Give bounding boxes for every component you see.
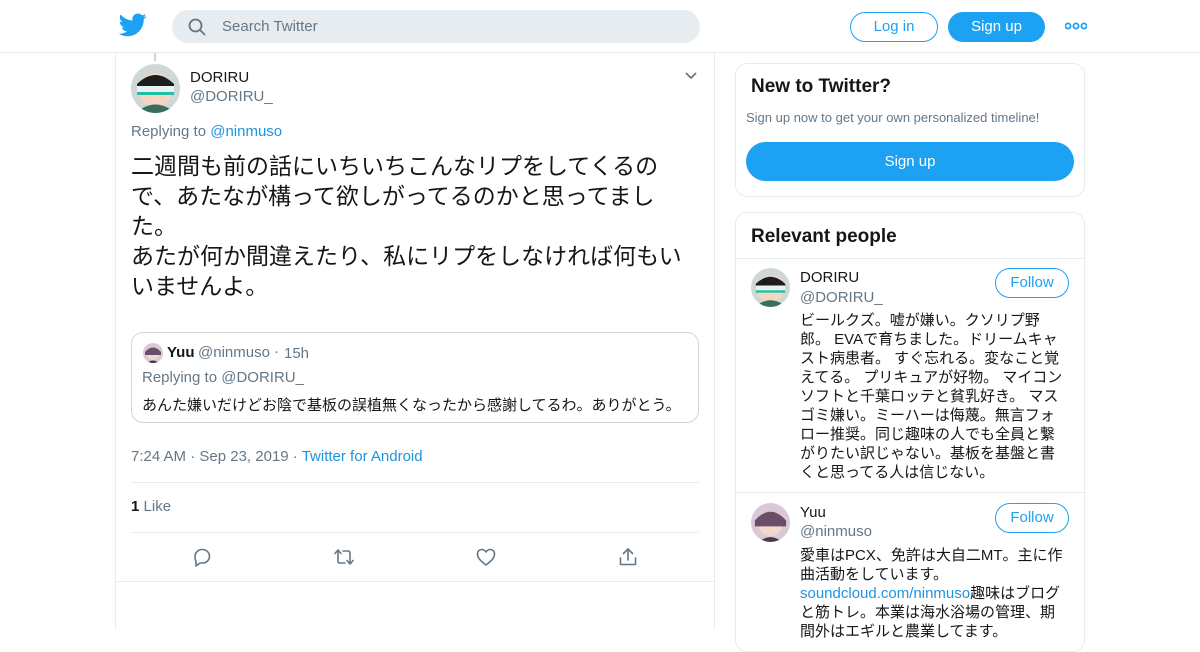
chevron-down-icon[interactable] — [684, 71, 698, 81]
tweet-time[interactable]: 7:24 AM — [131, 448, 186, 465]
retweet-icon[interactable] — [333, 546, 355, 568]
quoted-text: あんた嫌いだけどお陰で基板の誤植無くなったから感謝してるわ。ありがとう。 — [142, 397, 681, 414]
card-title: Relevant people — [751, 226, 897, 247]
top-navigation-bar: Search Twitter Log in Sign up — [0, 0, 1200, 53]
quoted-name: Yuu — [167, 344, 195, 361]
reply-icon[interactable] — [191, 546, 213, 568]
divider — [736, 492, 1084, 493]
meta-separator: · — [292, 448, 298, 465]
signup-button[interactable]: Sign up — [948, 12, 1045, 42]
thread-line — [154, 53, 156, 61]
divider — [131, 482, 699, 483]
sidebar-signup-button[interactable]: Sign up — [746, 142, 1074, 181]
tweet-detail: DORIRU @DORIRU_ Replying to @ninmuso 二週間… — [115, 53, 715, 630]
card-subtitle: Sign up now to get your own personalized… — [746, 110, 1040, 125]
like-stats[interactable]: 1 Like — [131, 498, 171, 515]
avatar — [143, 343, 163, 363]
person-bio: ビールクズ。嘘が嫌い。クソリプ野郎。 EVAで育ちました。ドリームキャスト病患者… — [800, 312, 1063, 481]
follow-button[interactable]: Follow — [995, 503, 1069, 533]
like-icon[interactable] — [475, 546, 497, 568]
quoted-separator: · — [274, 343, 279, 360]
person-name[interactable]: DORIRU — [800, 269, 859, 286]
search-input[interactable]: Search Twitter — [172, 10, 700, 43]
divider — [116, 581, 714, 582]
replying-to: Replying to @ninmuso — [131, 123, 282, 140]
share-icon[interactable] — [617, 546, 639, 568]
search-icon — [188, 18, 206, 36]
card-title: New to Twitter? — [751, 76, 892, 97]
quoted-replying-prefix: Replying to — [142, 369, 218, 386]
tweet-date[interactable]: Sep 23, 2019 — [199, 448, 288, 465]
avatar[interactable] — [751, 503, 790, 542]
twitter-bird-icon[interactable] — [119, 13, 147, 37]
quoted-time: 15h — [284, 345, 310, 362]
quoted-handle: @ninmuso — [198, 344, 270, 361]
divider — [131, 532, 699, 533]
author-name[interactable]: DORIRU — [190, 69, 249, 86]
quoted-tweet[interactable]: Yuu @ninmuso · 15h Replying to @DORIRU_ … — [131, 332, 699, 423]
avatar[interactable] — [751, 268, 790, 307]
person-bio: 愛車はPCX、免許は大自二MT。主に作曲活動をしています。 soundcloud.… — [800, 546, 1068, 641]
divider — [736, 258, 1084, 259]
person-handle[interactable]: @ninmuso — [800, 523, 872, 540]
author-handle[interactable]: @DORIRU_ — [190, 88, 273, 105]
person-name[interactable]: Yuu — [800, 504, 826, 521]
login-button[interactable]: Log in — [850, 12, 938, 42]
avatar[interactable] — [131, 64, 180, 113]
more-dots-icon[interactable] — [1065, 22, 1087, 30]
relevant-people-card: Relevant people DORIRU @DORIRU_ Follow ビ… — [735, 212, 1085, 652]
tweet-metadata: 7:24 AM · Sep 23, 2019 · Twitter for And… — [131, 448, 423, 465]
replying-prefix: Replying to — [131, 123, 207, 140]
replying-handle-link[interactable]: @ninmuso — [210, 123, 282, 140]
new-to-twitter-card: New to Twitter? Sign up now to get your … — [735, 63, 1085, 197]
tweet-text: 二週間も前の話にいちいちこんなリプをしてくるので、あたなが構って欲しがってるのか… — [131, 153, 682, 299]
quoted-replying-to: Replying to @DORIRU_ — [142, 369, 304, 386]
quoted-replying-handle: @DORIRU_ — [221, 369, 304, 386]
person-bio-text: 愛車はPCX、免許は大自二MT。主に作曲活動をしています。 — [800, 547, 1063, 583]
meta-separator: · — [190, 448, 196, 465]
like-count: 1 — [131, 498, 140, 515]
tweet-source-link[interactable]: Twitter for Android — [302, 448, 423, 465]
bio-link[interactable]: soundcloud.com/ninmuso — [800, 585, 970, 602]
person-handle[interactable]: @DORIRU_ — [800, 289, 883, 306]
like-label: Like — [143, 498, 172, 515]
search-placeholder: Search Twitter — [222, 18, 318, 35]
follow-button[interactable]: Follow — [995, 268, 1069, 298]
